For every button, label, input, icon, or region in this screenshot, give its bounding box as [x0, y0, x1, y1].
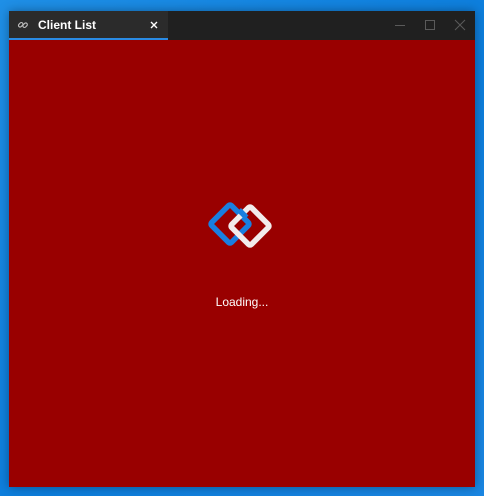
maximize-button[interactable]	[415, 11, 445, 40]
close-tab-icon[interactable]	[147, 18, 161, 32]
app-window: Client List Loading...	[9, 11, 475, 487]
title-bar: Client List	[9, 11, 475, 40]
minimize-button[interactable]	[385, 11, 415, 40]
close-window-button[interactable]	[445, 11, 475, 40]
maximize-icon	[425, 20, 435, 30]
tab-title: Client List	[38, 18, 97, 32]
chain-link-logo-icon	[208, 202, 272, 248]
loading-status-text: Loading...	[215, 295, 269, 309]
splash-screen: Loading...	[9, 40, 475, 487]
minimize-icon	[395, 25, 405, 26]
tab-client-list[interactable]: Client List	[9, 11, 168, 40]
close-icon	[454, 19, 466, 31]
link-icon	[17, 22, 28, 28]
